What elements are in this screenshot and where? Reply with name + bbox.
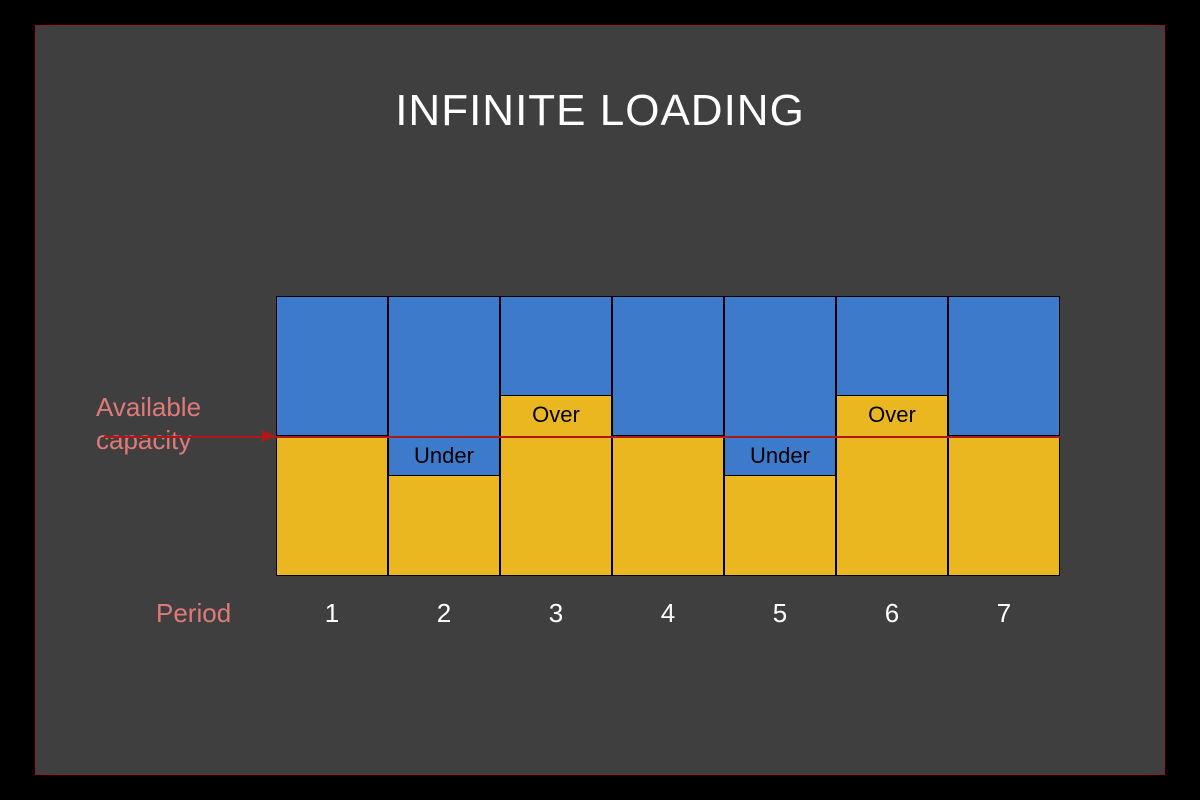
y-axis-label: Availablecapacity (96, 391, 201, 456)
period-label: 2 (388, 598, 500, 629)
bar-fill: Over (501, 395, 611, 575)
bar-annotation-under: Under (389, 437, 499, 469)
period-label: 6 (836, 598, 948, 629)
period-label: 7 (948, 598, 1060, 629)
bar-fill (389, 475, 499, 575)
period-label: 3 (500, 598, 612, 629)
slide-title: INFINITE LOADING (36, 86, 1164, 136)
period-label: 4 (612, 598, 724, 629)
period-label: 5 (724, 598, 836, 629)
bar-fill (277, 435, 387, 575)
bar-fill (613, 435, 723, 575)
bar-annotation-under: Under (725, 437, 835, 469)
bar-fill (949, 435, 1059, 575)
bar-annotation-over: Over (837, 396, 947, 428)
capacity-line (104, 436, 1060, 438)
capacity-arrow-icon (262, 430, 276, 442)
bar-fill (725, 475, 835, 575)
period-label: 1 (276, 598, 388, 629)
y-axis-label-text: Availablecapacity (96, 392, 201, 455)
slide-frame: INFINITE LOADING Availablecapacity Under… (35, 25, 1165, 775)
bar-annotation-over: Over (501, 396, 611, 428)
bar-fill: Over (837, 395, 947, 575)
x-axis-label: Period (156, 598, 231, 629)
